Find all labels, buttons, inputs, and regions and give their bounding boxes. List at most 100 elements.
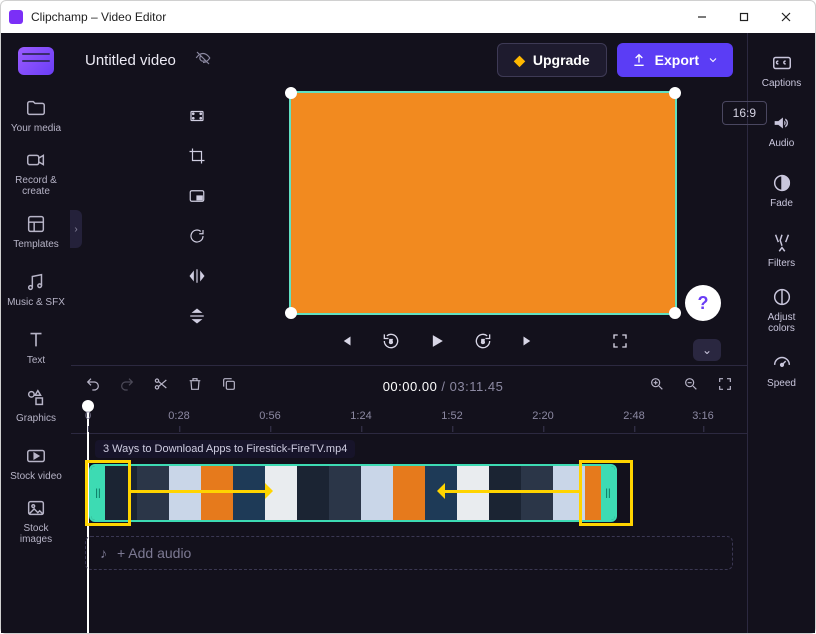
nav-label: Graphics bbox=[16, 413, 56, 424]
rnav-label: Captions bbox=[762, 78, 801, 89]
nav-label: Text bbox=[27, 355, 45, 366]
nav-label: Stock video bbox=[10, 471, 62, 482]
project-title[interactable]: Untitled video bbox=[85, 52, 176, 69]
zoom-in-button[interactable] bbox=[649, 376, 665, 397]
nav-graphics[interactable]: Graphics bbox=[6, 379, 66, 431]
nav-music-sfx[interactable]: Music & SFX bbox=[6, 263, 66, 315]
timeline-panel: 00:00.00 / 03:11.45 0 0:28 0:56 1:24 1:5… bbox=[71, 365, 747, 633]
duplicate-button[interactable] bbox=[221, 376, 237, 397]
rnav-label: Adjust colors bbox=[754, 312, 810, 334]
nav-stock-images[interactable]: Stock images bbox=[6, 495, 66, 547]
zoom-fit-button[interactable] bbox=[717, 376, 733, 397]
help-button[interactable]: ? bbox=[685, 285, 721, 321]
clip-thumbnails bbox=[105, 466, 601, 520]
nav-label: Record & create bbox=[6, 175, 66, 197]
resize-handle[interactable] bbox=[285, 87, 297, 99]
resize-handle[interactable] bbox=[285, 307, 297, 319]
rnav-speed[interactable]: Speed bbox=[754, 343, 810, 397]
add-audio-track[interactable]: ♪ + Add audio bbox=[85, 536, 733, 570]
split-button[interactable] bbox=[153, 376, 169, 397]
ruler-tick: 1:24 bbox=[350, 410, 371, 422]
nav-label: Music & SFX bbox=[7, 297, 65, 308]
chevron-down-icon bbox=[707, 54, 719, 66]
rnav-label: Fade bbox=[770, 198, 793, 209]
ruler-tick: 0:56 bbox=[259, 410, 280, 422]
rnav-label: Speed bbox=[767, 378, 796, 389]
visibility-icon[interactable] bbox=[194, 49, 212, 72]
clip-filename: 3 Ways to Download Apps to Firestick-Fir… bbox=[95, 440, 355, 458]
close-button[interactable] bbox=[765, 3, 807, 31]
skip-end-button[interactable] bbox=[519, 332, 537, 355]
timeline-ruler[interactable]: 0 0:28 0:56 1:24 1:52 2:20 2:48 3:16 bbox=[71, 406, 747, 434]
resize-handle[interactable] bbox=[669, 307, 681, 319]
titlebar: Clipchamp – Video Editor bbox=[1, 1, 815, 33]
ruler-tick: 2:20 bbox=[532, 410, 553, 422]
upload-icon bbox=[631, 52, 647, 68]
music-note-icon: ♪ bbox=[100, 545, 107, 561]
collapse-panel-button[interactable]: ⌄ bbox=[693, 339, 721, 361]
rnav-fade[interactable]: Fade bbox=[754, 163, 810, 217]
export-button[interactable]: Export bbox=[617, 43, 733, 77]
nav-label: Your media bbox=[11, 123, 61, 134]
svg-text:5: 5 bbox=[481, 340, 484, 346]
play-button[interactable] bbox=[427, 331, 447, 356]
annotation-arrow bbox=[439, 490, 579, 493]
rotate-tool[interactable] bbox=[182, 221, 212, 251]
upgrade-label: Upgrade bbox=[533, 52, 590, 68]
delete-button[interactable] bbox=[187, 376, 203, 397]
zoom-out-button[interactable] bbox=[683, 376, 699, 397]
time-display: 00:00.00 / 03:11.45 bbox=[255, 379, 631, 394]
resize-handle[interactable] bbox=[669, 87, 681, 99]
crop-tool[interactable] bbox=[182, 141, 212, 171]
ruler-tick: 0 bbox=[85, 410, 91, 422]
playback-controls: 5 5 bbox=[289, 331, 677, 356]
current-time: 00:00.00 bbox=[383, 379, 438, 394]
rewind-5s-button[interactable]: 5 bbox=[381, 331, 401, 356]
minimize-button[interactable] bbox=[681, 3, 723, 31]
add-audio-label: + Add audio bbox=[117, 545, 191, 561]
fullscreen-button[interactable] bbox=[611, 332, 629, 355]
flip-vertical-tool[interactable] bbox=[182, 301, 212, 331]
preview-tool-column bbox=[175, 87, 219, 365]
skip-start-button[interactable] bbox=[337, 332, 355, 355]
nav-record-create[interactable]: Record & create bbox=[6, 147, 66, 199]
diamond-icon: ◆ bbox=[514, 52, 525, 69]
annotation-arrow bbox=[131, 490, 271, 493]
nav-stock-video[interactable]: Stock video bbox=[6, 437, 66, 489]
video-clip[interactable]: || || bbox=[89, 464, 617, 522]
undo-button[interactable] bbox=[85, 376, 101, 397]
rnav-captions[interactable]: Captions bbox=[754, 43, 810, 97]
ruler-tick: 3:16 bbox=[692, 410, 713, 422]
window-title: Clipchamp – Video Editor bbox=[31, 10, 681, 24]
rnav-filters[interactable]: Filters bbox=[754, 223, 810, 277]
clipchamp-logo-icon[interactable] bbox=[18, 47, 54, 75]
top-bar: Untitled video ◆ Upgrade Export bbox=[71, 33, 747, 87]
annotation-box bbox=[579, 460, 633, 526]
redo-button[interactable] bbox=[119, 376, 135, 397]
ruler-tick: 2:48 bbox=[623, 410, 644, 422]
ruler-tick: 1:52 bbox=[441, 410, 462, 422]
maximize-button[interactable] bbox=[723, 3, 765, 31]
rnav-label: Audio bbox=[769, 138, 795, 149]
fit-tool[interactable] bbox=[182, 101, 212, 131]
pip-tool[interactable] bbox=[182, 181, 212, 211]
nav-text[interactable]: Text bbox=[6, 321, 66, 373]
rnav-adjust-colors[interactable]: Adjust colors bbox=[754, 283, 810, 337]
nav-your-media[interactable]: Your media bbox=[6, 89, 66, 141]
rnav-label: Filters bbox=[768, 258, 795, 269]
nav-label: Stock images bbox=[6, 523, 66, 545]
export-label: Export bbox=[655, 52, 699, 68]
forward-5s-button[interactable]: 5 bbox=[473, 331, 493, 356]
svg-text:5: 5 bbox=[389, 340, 392, 346]
nav-templates[interactable]: Templates bbox=[6, 205, 66, 257]
ruler-tick: 0:28 bbox=[168, 410, 189, 422]
nav-label: Templates bbox=[13, 239, 59, 250]
left-sidebar: Your media Record & create Templates Mus… bbox=[1, 33, 71, 633]
flip-horizontal-tool[interactable] bbox=[182, 261, 212, 291]
aspect-ratio-button[interactable]: 16:9 bbox=[722, 101, 767, 125]
video-preview[interactable] bbox=[289, 91, 677, 315]
upgrade-button[interactable]: ◆ Upgrade bbox=[497, 43, 607, 77]
total-time: 03:11.45 bbox=[450, 379, 504, 394]
app-logo-icon bbox=[9, 10, 23, 24]
annotation-box bbox=[85, 460, 131, 526]
